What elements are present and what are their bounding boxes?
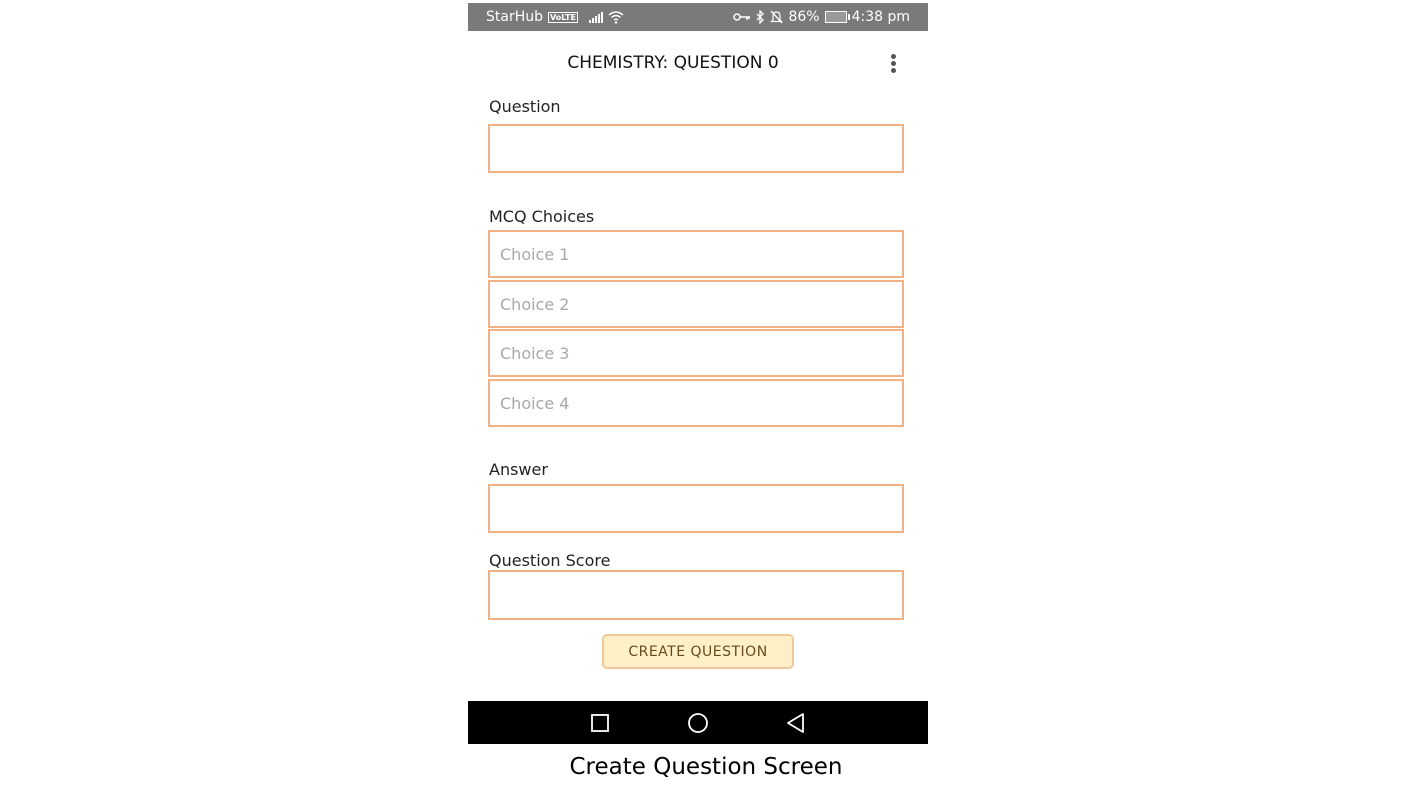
signal-icon (588, 11, 603, 23)
phone-screen: StarHub VoLTE 86% 4:38 pm CHEMISTRY: QUE… (468, 3, 928, 744)
page-title: CHEMISTRY: QUESTION 0 (567, 53, 779, 73)
carrier-name: StarHub (486, 9, 543, 25)
status-time: 4:38 pm (851, 9, 910, 25)
choice-1-input[interactable] (488, 230, 904, 278)
choice-3-input[interactable] (488, 329, 904, 377)
status-right: 86% 4:38 pm (733, 9, 910, 25)
battery-percent: 86% (788, 9, 820, 25)
question-input[interactable] (488, 124, 904, 173)
question-label: Question (489, 97, 561, 116)
navigation-bar (468, 701, 928, 744)
volte-icon: VoLTE (548, 11, 578, 23)
choice-4-input[interactable] (488, 379, 904, 427)
overflow-menu-icon[interactable] (886, 52, 902, 76)
recents-square-icon[interactable] (588, 711, 612, 735)
home-circle-icon[interactable] (686, 711, 710, 735)
bluetooth-icon (756, 10, 765, 24)
wifi-icon (608, 11, 624, 24)
question-score-label: Question Score (489, 551, 611, 570)
app-bar: CHEMISTRY: QUESTION 0 (468, 31, 928, 93)
back-triangle-icon[interactable] (784, 711, 808, 735)
battery-icon (824, 11, 850, 23)
create-question-button[interactable]: CREATE QUESTION (602, 634, 794, 669)
vpn-key-icon (733, 13, 751, 21)
screen-caption: Create Question Screen (569, 754, 843, 780)
choice-2-input[interactable] (488, 280, 904, 328)
question-score-input[interactable] (488, 570, 904, 620)
answer-input[interactable] (488, 484, 904, 533)
notifications-off-icon (770, 10, 784, 24)
status-bar: StarHub VoLTE 86% 4:38 pm (468, 3, 928, 31)
mcq-choices-label: MCQ Choices (489, 207, 595, 226)
status-left: StarHub VoLTE (486, 9, 624, 25)
answer-label: Answer (489, 460, 548, 479)
